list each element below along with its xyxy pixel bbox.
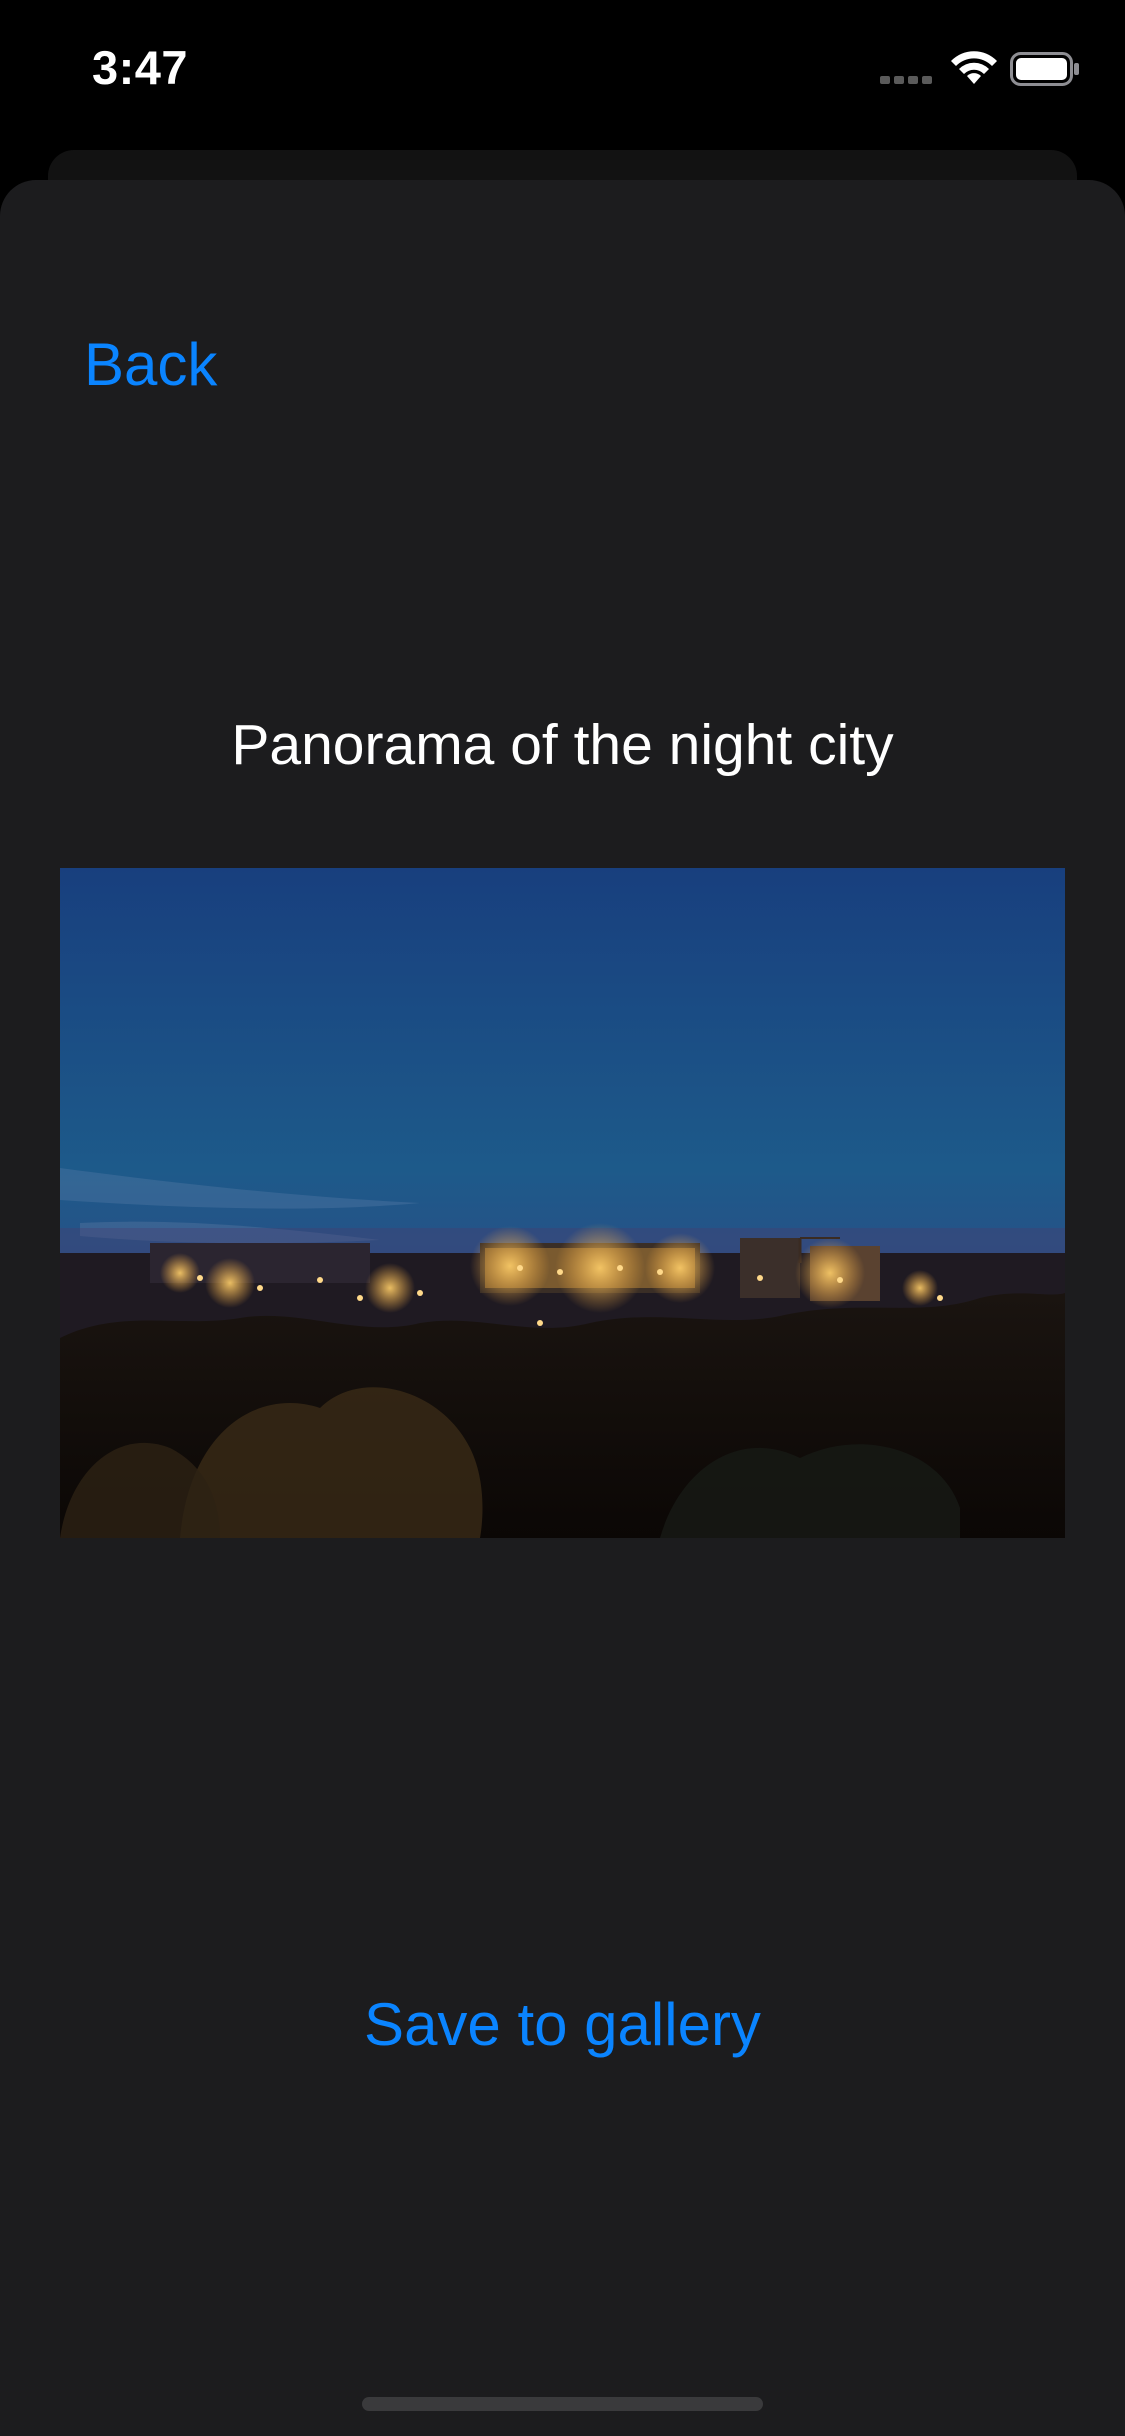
status-time: 3:47 xyxy=(92,41,189,94)
status-bar: 3:47 xyxy=(0,0,1125,140)
back-button[interactable]: Back xyxy=(84,330,217,399)
wifi-icon xyxy=(951,51,997,84)
page-title: Panorama of the night city xyxy=(231,713,894,777)
app-screen: 3:47 Back Panorama of the night city Sav… xyxy=(0,0,1125,2436)
save-to-gallery-button[interactable]: Save to gallery xyxy=(0,1990,1125,2059)
night-city-photo xyxy=(60,868,1065,1538)
cellular-icon xyxy=(880,76,932,84)
battery-icon xyxy=(1010,52,1079,86)
home-indicator[interactable] xyxy=(362,2397,763,2411)
